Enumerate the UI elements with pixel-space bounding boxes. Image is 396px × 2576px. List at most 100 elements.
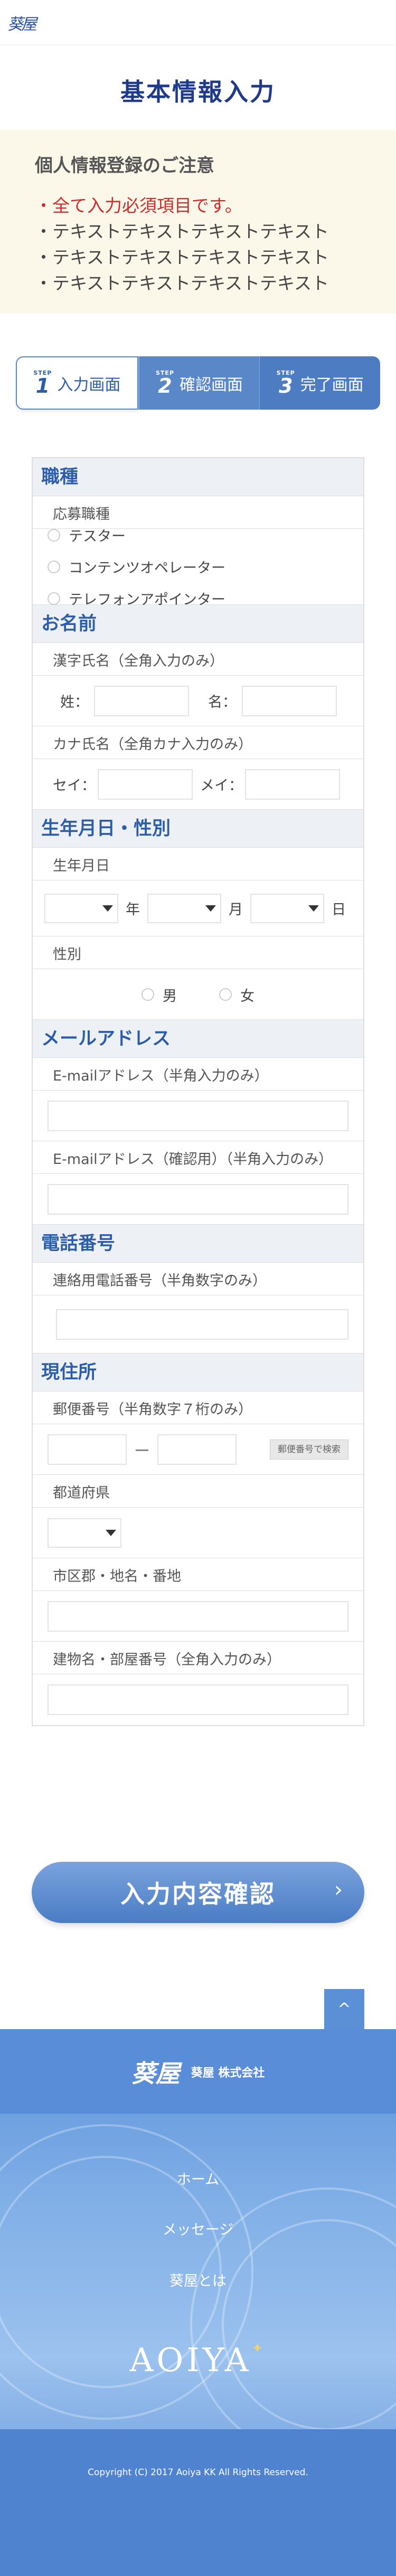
notice-line: ・テキストテキストテキストテキスト xyxy=(35,221,329,242)
page: 葵屋 基本情報入力 個人情報登録のご注意 ・全て入力必須項目です。 ・テキストテ… xyxy=(0,0,396,2576)
radio-male[interactable]: 男 xyxy=(142,979,177,1010)
notice-line: ・テキストテキストテキストテキスト xyxy=(35,273,329,293)
radio-label: コンテンツオペレーター xyxy=(69,560,225,576)
step-digit: 3 xyxy=(278,374,293,397)
kanji-name-row: 姓： 名： xyxy=(33,676,363,726)
first-name-kana-label: メイ： xyxy=(200,778,243,794)
entry-form: 職種 応募職種 テスター コンテンツオペレーター テレフォンアポインター お名前… xyxy=(32,457,364,1726)
notice-title: 個人情報登録のご注意 xyxy=(35,155,214,176)
city-row xyxy=(33,1591,363,1642)
radio-circle-icon[interactable] xyxy=(219,988,232,1001)
footer-logo[interactable]: 葵屋 xyxy=(131,2059,180,2088)
step-number: STEP 2 xyxy=(156,370,174,396)
kanji-name-label: 漢字氏名（全角入力のみ） xyxy=(33,643,363,676)
brand-mark-text: AOIYA xyxy=(129,2341,252,2379)
building-label: 建物名・部屋番号（全角入力のみ） xyxy=(33,1642,363,1674)
email-row xyxy=(33,1091,363,1141)
step-label: 完了画面 xyxy=(300,375,364,394)
chevron-right-icon: › xyxy=(334,1878,344,1902)
footer-brand-mark: AOIYA✦ xyxy=(0,2341,396,2379)
first-name-input[interactable] xyxy=(242,685,337,716)
phone-row xyxy=(33,1295,363,1353)
radio-label: 女 xyxy=(240,988,254,1005)
phone-label: 連絡用電話番号（半角数字のみ） xyxy=(33,1263,363,1295)
chevron-down-icon xyxy=(102,905,113,912)
step-number: STEP 3 xyxy=(277,370,295,396)
radio-circle-icon[interactable] xyxy=(48,560,60,573)
zip-dash: ー xyxy=(134,1442,150,1461)
last-name-input[interactable] xyxy=(94,685,189,716)
page-title: 基本情報入力 xyxy=(120,78,276,106)
chevron-up-icon: ^ xyxy=(337,2000,351,2019)
notice-line: ・テキストテキストテキストテキスト xyxy=(35,247,329,268)
section-heading-address: 現住所 xyxy=(33,1353,363,1391)
birth-month-select[interactable] xyxy=(147,893,221,923)
city-input[interactable] xyxy=(48,1600,348,1632)
email-label: E-mailアドレス（半角入力のみ） xyxy=(33,1058,363,1091)
section-heading-birth: 生年月日・性別 xyxy=(33,810,363,848)
prefecture-label: 都道府県 xyxy=(33,1475,363,1508)
zip-search-button[interactable]: 郵便番号で検索 xyxy=(270,1439,348,1460)
zip-first-input[interactable] xyxy=(48,1434,127,1465)
radio-female[interactable]: 女 xyxy=(219,979,254,1010)
step-digit: 1 xyxy=(35,374,50,397)
first-name-label: 名： xyxy=(208,694,237,711)
day-unit: 日 xyxy=(332,902,346,918)
step-3-complete: STEP 3 完了画面 xyxy=(259,356,381,410)
chevron-down-icon xyxy=(308,905,319,912)
step-number: STEP 1 xyxy=(33,370,52,396)
confirm-button-label: 入力内容確認 xyxy=(120,1880,276,1908)
site-header: 葵屋 xyxy=(0,0,396,45)
chevron-down-icon xyxy=(106,1529,116,1536)
notice-required-line: ・全て入力必須項目です。 xyxy=(35,195,242,216)
gender-label: 性別 xyxy=(33,936,363,969)
email-input[interactable] xyxy=(48,1100,348,1131)
footer-nav-about[interactable]: 葵屋とは xyxy=(0,2269,396,2290)
year-unit: 年 xyxy=(126,902,140,918)
phone-input[interactable] xyxy=(56,1309,348,1340)
footer-brand: 葵屋 葵屋 株式会社 xyxy=(0,2054,396,2089)
step-1-input: STEP 1 入力画面 xyxy=(16,356,138,410)
footer-nav-message[interactable]: メッセージ xyxy=(0,2218,396,2239)
kana-name-row: セイ： メイ： xyxy=(33,759,363,810)
sparkle-icon: ✦ xyxy=(251,2341,267,2356)
zip-second-input[interactable] xyxy=(157,1434,237,1465)
email-confirm-row xyxy=(33,1174,363,1225)
radio-label: 男 xyxy=(163,988,177,1005)
page-top-button[interactable]: ^ xyxy=(324,1989,364,2029)
first-name-kana-input[interactable] xyxy=(245,769,340,800)
footer-company-name: 葵屋 株式会社 xyxy=(191,2067,265,2080)
city-label: 市区郡・地名・番地 xyxy=(33,1558,363,1591)
last-name-label: 姓： xyxy=(60,694,89,711)
step-digit: 2 xyxy=(158,374,172,397)
month-unit: 月 xyxy=(229,902,243,918)
prefecture-select[interactable] xyxy=(48,1518,121,1548)
email-confirm-input[interactable] xyxy=(48,1183,348,1215)
copyright-text: Copyright (C) 2017 Aoiya KK All Rights R… xyxy=(88,2467,308,2478)
email-confirm-label: E-mailアドレス（確認用）（半角入力のみ） xyxy=(33,1141,363,1174)
confirm-button[interactable]: 入力内容確認 › xyxy=(32,1862,364,1923)
radio-content-operator[interactable]: コンテンツオペレーター xyxy=(48,551,225,583)
step-indicator: STEP 1 入力画面 STEP 2 確認画面 STEP 3 完了画面 xyxy=(16,356,381,410)
footer-nav-home[interactable]: ホーム xyxy=(0,2168,396,2189)
radio-circle-icon[interactable] xyxy=(142,988,154,1001)
gender-row: 男 女 xyxy=(33,969,363,1020)
site-logo[interactable]: 葵屋 xyxy=(7,11,37,34)
building-row xyxy=(33,1674,363,1725)
birth-year-select[interactable] xyxy=(44,893,118,923)
radio-circle-icon[interactable] xyxy=(48,528,60,542)
step-label: 確認画面 xyxy=(180,375,243,394)
kana-name-label: カナ氏名（全角カナ入力のみ） xyxy=(33,726,363,759)
step-2-confirm: STEP 2 確認画面 xyxy=(138,356,260,410)
radio-tester[interactable]: テスター xyxy=(48,519,126,551)
job-options: テスター コンテンツオペレーター テレフォンアポインター xyxy=(33,528,363,608)
section-heading-email: メールアドレス xyxy=(33,1020,363,1058)
last-name-kana-input[interactable] xyxy=(98,769,193,800)
birth-day-select[interactable] xyxy=(250,893,324,923)
radio-circle-icon[interactable] xyxy=(48,592,60,605)
chevron-down-icon xyxy=(205,905,216,912)
birthdate-row: 年 月 日 xyxy=(33,880,363,936)
building-input[interactable] xyxy=(48,1684,348,1715)
radio-label: テスター xyxy=(69,528,126,545)
prefecture-row xyxy=(33,1508,363,1558)
